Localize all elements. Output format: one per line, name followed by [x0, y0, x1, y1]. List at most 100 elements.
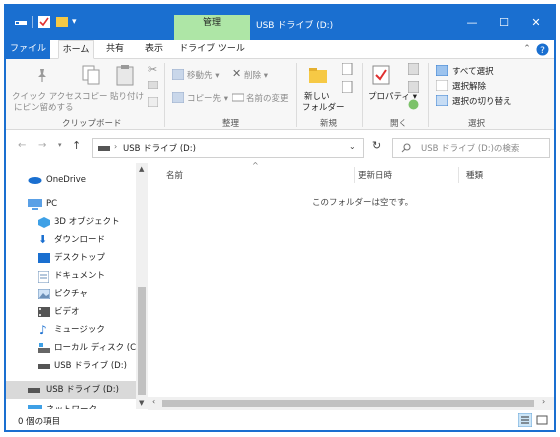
easy-access-icon[interactable] — [342, 81, 354, 93]
group-clipboard-label: クリップボード — [62, 119, 122, 129]
tab-share[interactable]: 共有 — [100, 40, 130, 59]
cut-icon[interactable]: ✂ — [148, 63, 157, 76]
scroll-left-icon[interactable]: ‹ — [152, 397, 155, 406]
collapse-ribbon-icon[interactable]: ⌃ — [522, 40, 532, 59]
scroll-right-icon[interactable]: › — [542, 397, 545, 406]
column-header-type[interactable]: 種類 — [466, 169, 483, 181]
move-to-button[interactable]: 移動先 ▾ — [187, 69, 219, 81]
content-scroll-thumb[interactable] — [162, 400, 534, 407]
explorer-window: ▾ 管理 USB ドライブ (D:) — ☐ ✕ ファイル ホーム 共有 表示 … — [4, 4, 556, 432]
copy-path-icon[interactable] — [148, 81, 158, 89]
pc-icon — [28, 199, 42, 210]
select-all-icon — [436, 65, 448, 76]
select-none-button[interactable]: 選択解除 — [452, 80, 486, 92]
history-icon[interactable] — [408, 99, 419, 110]
sort-indicator-icon: ^ — [252, 161, 259, 170]
3d-objects-icon — [38, 217, 50, 228]
title-bar: ▾ 管理 USB ドライブ (D:) — ☐ ✕ — [6, 6, 554, 40]
edit-icon[interactable] — [408, 81, 419, 93]
documents-icon — [38, 271, 49, 283]
nav-desktop[interactable]: デスクトップ — [6, 249, 136, 267]
recent-locations-icon[interactable]: ▾ — [58, 141, 62, 149]
paste-button[interactable]: 貼り付け — [110, 90, 144, 102]
nav-local-disk-c[interactable]: ローカル ディスク (C:) — [6, 339, 142, 357]
paste-shortcut-icon[interactable] — [148, 97, 158, 107]
manage-contextual-tab[interactable]: 管理 — [174, 15, 250, 40]
group-new-label: 新規 — [320, 119, 338, 129]
nav-downloads[interactable]: ⬇ ダウンロード — [6, 231, 136, 249]
nav-3d-objects[interactable]: 3D オブジェクト — [6, 213, 136, 231]
column-header-date[interactable]: 更新日時 — [358, 169, 392, 181]
onedrive-icon — [28, 177, 42, 184]
window-title: USB ドライブ (D:) — [256, 21, 334, 31]
address-row: ← → ▾ ↑ › USB ドライブ (D:) ⌄ ↻ USB ドライブ (D:… — [6, 132, 554, 162]
delete-button[interactable]: 削除 ▾ — [244, 69, 268, 81]
properties-quick-icon[interactable] — [38, 16, 50, 28]
nav-documents[interactable]: ドキュメント — [6, 267, 136, 285]
open-icon[interactable] — [408, 63, 419, 75]
customize-quick-access-icon[interactable]: ▾ — [72, 16, 82, 28]
up-icon[interactable]: ↑ — [72, 139, 81, 152]
pin-icon — [38, 69, 46, 82]
status-bar: 0 個の項目 — [6, 410, 554, 430]
breadcrumb-chevron-icon[interactable]: › — [114, 142, 117, 151]
group-open-label: 開く — [390, 119, 408, 129]
search-input[interactable]: USB ドライブ (D:)の検索 — [392, 138, 550, 158]
nav-scroll-thumb[interactable] — [138, 287, 146, 395]
desktop-icon — [38, 253, 50, 263]
drive-icon — [98, 146, 110, 151]
nav-usb-drive-d-root[interactable]: USB ドライブ (D:) — [6, 381, 136, 399]
nav-videos[interactable]: ビデオ — [6, 303, 136, 321]
nav-network[interactable]: ネットワーク — [6, 401, 136, 409]
tab-drive-tools[interactable]: ドライブ ツール — [174, 40, 250, 59]
item-count: 0 個の項目 — [18, 417, 61, 427]
pictures-icon — [38, 289, 50, 299]
details-view-icon[interactable] — [518, 413, 532, 427]
scroll-down-icon[interactable]: ▼ — [139, 399, 144, 407]
paste-icon — [116, 65, 134, 86]
nav-pictures[interactable]: ピクチャ — [6, 285, 136, 303]
tab-home[interactable]: ホーム — [58, 40, 94, 59]
nav-pc[interactable]: PC — [6, 195, 136, 213]
group-organize-label: 整理 — [222, 119, 240, 129]
move-to-icon — [172, 69, 184, 80]
pin-quick-access-label-2[interactable]: にピン留めする — [14, 101, 74, 113]
new-folder-quick-icon[interactable] — [56, 16, 68, 28]
rename-icon — [232, 93, 244, 102]
address-bar[interactable]: › USB ドライブ (D:) ⌄ — [92, 138, 364, 158]
tab-view[interactable]: 表示 — [140, 40, 168, 59]
new-folder-label-2[interactable]: フォルダー — [302, 101, 345, 113]
nav-usb-drive-d[interactable]: USB ドライブ (D:) — [6, 357, 136, 375]
large-icons-view-icon[interactable] — [536, 414, 548, 426]
forward-icon[interactable]: → — [38, 140, 46, 151]
drive-icon[interactable] — [14, 16, 28, 28]
delete-icon: ✕ — [232, 67, 242, 80]
back-icon[interactable]: ← — [18, 140, 26, 151]
nav-scrollbar[interactable]: ▲ ▼ — [136, 163, 148, 409]
nav-music[interactable]: ♪ ミュージック — [6, 321, 136, 339]
help-icon[interactable]: ? — [536, 43, 549, 56]
select-all-button[interactable]: すべて選択 — [452, 65, 494, 77]
search-icon — [401, 143, 411, 153]
network-icon — [28, 405, 42, 409]
column-header-name[interactable]: 名前 — [166, 169, 183, 181]
new-item-icon[interactable] — [342, 63, 354, 75]
tab-file[interactable]: ファイル — [6, 40, 50, 59]
videos-icon — [38, 307, 50, 317]
copy-button[interactable]: コピー — [82, 90, 108, 102]
copy-to-button[interactable]: コピー先 ▾ — [187, 92, 228, 104]
invert-selection-button[interactable]: 選択の切り替え — [452, 95, 512, 107]
ribbon-tabs: ファイル ホーム 共有 表示 ドライブ ツール ⌃ ? — [6, 40, 554, 59]
breadcrumb-path[interactable]: USB ドライブ (D:) — [123, 142, 196, 154]
close-button[interactable]: ✕ — [522, 12, 550, 34]
content-horizontal-scrollbar[interactable]: ‹ › — [148, 397, 554, 410]
rename-button[interactable]: 名前の変更 — [246, 92, 289, 104]
address-dropdown-icon[interactable]: ⌄ — [349, 142, 356, 151]
refresh-icon[interactable]: ↻ — [372, 139, 381, 152]
scroll-up-icon[interactable]: ▲ — [139, 165, 144, 173]
maximize-button[interactable]: ☐ — [490, 12, 518, 34]
nav-onedrive[interactable]: OneDrive — [6, 171, 136, 189]
minimize-button[interactable]: — — [458, 12, 486, 34]
search-placeholder: USB ドライブ (D:)の検索 — [421, 144, 520, 154]
invert-selection-icon — [436, 95, 448, 106]
